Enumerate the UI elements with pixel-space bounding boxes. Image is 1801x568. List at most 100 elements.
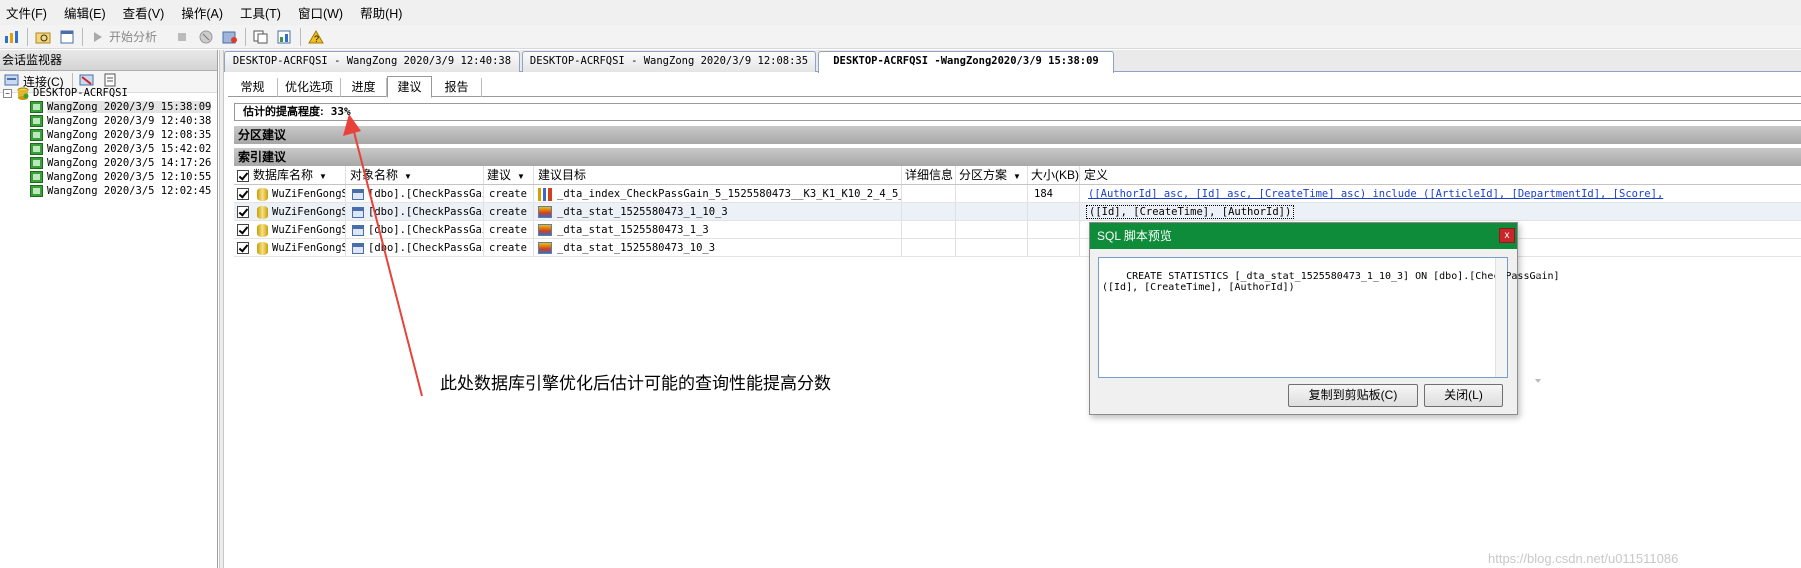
panel-title: 会话监视器 xyxy=(0,50,217,71)
index-recommendations-header[interactable]: 索引建议 xyxy=(234,148,1801,166)
help-icon[interactable]: ? xyxy=(307,28,325,46)
collapse-icon[interactable]: − xyxy=(3,88,12,98)
vertical-scrollbar[interactable] xyxy=(1495,258,1542,383)
filter-dropdown-icon[interactable]: ▼ xyxy=(404,168,412,184)
db-name: WuZiFenGongSi xyxy=(272,188,346,200)
table-row[interactable]: WuZiFenGongSi [dbo].[CheckPassGain] crea… xyxy=(234,185,1801,203)
tree-session[interactable]: WangZong 2020/3/9 12:40:38 xyxy=(0,114,215,128)
new-session-icon[interactable] xyxy=(58,28,76,46)
filter-dropdown-icon[interactable]: ▼ xyxy=(1013,168,1021,184)
col-size[interactable]: 大小(KB) xyxy=(1028,166,1080,184)
tree-session[interactable]: WangZong 2020/3/5 12:10:55 xyxy=(0,170,215,184)
col-definition[interactable]: 定义 xyxy=(1080,166,1801,184)
tree-root[interactable]: − DESKTOP-ACRFQSI xyxy=(0,86,215,100)
table-row[interactable]: WuZiFenGongSi [dbo].[CheckPassGain] crea… xyxy=(234,239,1801,257)
sql-preview-dialog: SQL 脚本预览 x CREATE STATISTICS [_dta_stat_… xyxy=(1089,222,1560,415)
copy-to-clipboard-button[interactable]: 复制到剪贴板(C) xyxy=(1288,384,1418,407)
row-checkbox[interactable] xyxy=(237,188,249,201)
tab-general[interactable]: 常规 xyxy=(228,78,278,97)
definition-link[interactable]: ([Id], [CreateTime], [AuthorId]) xyxy=(1080,203,1801,220)
menu-bar: 文件(F) 编辑(E) 查看(V) 操作(A) 工具(T) 窗口(W) 帮助(H… xyxy=(0,0,1801,25)
statistics-icon xyxy=(538,242,552,255)
index-recommendations-grid: 数据库名称 ▼ 对象名称 ▼ 建议 ▼ 建议目标 详细信息 分区方案 ▼ 大小(KB) … xyxy=(234,166,1801,257)
play-icon[interactable] xyxy=(89,28,107,46)
object-name: [dbo].[CheckPassGain] xyxy=(368,188,483,200)
improvement-value: 33% xyxy=(330,105,351,118)
filter-dropdown-icon[interactable]: ▼ xyxy=(517,168,525,184)
estimated-improvement: 估计的提高程度: 33% xyxy=(234,103,1801,121)
row-object: [dbo].[CheckPassGain] xyxy=(346,239,484,256)
tree-session[interactable]: WangZong 2020/3/5 15:42:02 xyxy=(0,142,215,156)
tab-recommendations[interactable]: 建议 xyxy=(387,76,432,98)
report-icon[interactable] xyxy=(276,28,294,46)
row-checkbox[interactable] xyxy=(237,206,249,219)
col-database[interactable]: 数据库名称 ▼ xyxy=(234,166,346,184)
col-partition[interactable]: 分区方案 ▼ xyxy=(956,166,1028,184)
session-label: WangZong 2020/3/5 15:42:02 xyxy=(47,143,212,155)
cancel-icon[interactable] xyxy=(197,28,215,46)
tab-session-1240[interactable]: DESKTOP-ACRFQSI - WangZong 2020/3/9 12:4… xyxy=(224,51,520,72)
table-icon xyxy=(352,242,364,254)
stop-icon[interactable] xyxy=(173,28,191,46)
tree-session[interactable]: WangZong 2020/3/9 15:38:09 xyxy=(0,100,215,114)
col-partition-label: 分区方案 xyxy=(959,168,1008,182)
definition-text: ([Id], [CreateTime], [AuthorId]) xyxy=(1086,205,1295,219)
table-row[interactable]: WuZiFenGongSi [dbo].[CheckPassGain] crea… xyxy=(234,221,1801,239)
col-action[interactable]: 建议 ▼ xyxy=(484,166,534,184)
menu-view[interactable]: 查看(V) xyxy=(123,3,165,22)
row-object: [dbo].[CheckPassGain] xyxy=(346,221,484,238)
row-checkbox[interactable] xyxy=(237,224,249,237)
toolbar-separator xyxy=(245,27,247,46)
tab-session-1208[interactable]: DESKTOP-ACRFQSI - WangZong 2020/3/9 12:0… xyxy=(522,51,816,72)
session-monitor-icon[interactable] xyxy=(3,28,21,46)
session-label: WangZong 2020/3/9 12:08:35 xyxy=(47,129,212,141)
save-recommendation-icon[interactable] xyxy=(221,28,239,46)
tree-session[interactable]: WangZong 2020/3/5 12:02:45 xyxy=(0,184,215,198)
sql-script-text: CREATE STATISTICS [_dta_stat_1525580473_… xyxy=(1102,271,1560,293)
tab-reports[interactable]: 报告 xyxy=(432,78,482,97)
sql-script-textarea[interactable]: CREATE STATISTICS [_dta_stat_1525580473_… xyxy=(1098,257,1560,383)
table-icon xyxy=(352,224,364,236)
menu-tools[interactable]: 工具(T) xyxy=(240,3,281,22)
close-button[interactable]: 关闭(L) xyxy=(1424,384,1503,407)
session-tree: − DESKTOP-ACRFQSI WangZong 2020/3/9 15:3… xyxy=(0,86,215,198)
menu-window[interactable]: 窗口(W) xyxy=(298,3,343,22)
col-target[interactable]: 建议目标 xyxy=(534,166,902,184)
row-details xyxy=(902,239,956,256)
start-analysis-button[interactable]: 开始分析 xyxy=(109,28,157,45)
col-details[interactable]: 详细信息 xyxy=(902,166,956,184)
panel-splitter[interactable] xyxy=(219,50,224,568)
filter-dropdown-icon[interactable]: ▼ xyxy=(319,168,327,184)
copy-icon[interactable] xyxy=(252,28,270,46)
table-row[interactable]: WuZiFenGongSi [dbo].[CheckPassGain] crea… xyxy=(234,203,1801,221)
close-icon[interactable]: x xyxy=(1499,228,1515,243)
row-partition xyxy=(956,221,1028,238)
session-monitor-panel: 会话监视器 连接(C) − DESKTOP-ACRFQSI WangZong 2… xyxy=(0,50,218,568)
tab-session-1538[interactable]: DESKTOP-ACRFQSI -WangZong2020/3/9 15:38:… xyxy=(818,51,1114,73)
db-name: WuZiFenGongSi xyxy=(272,242,346,254)
select-all-checkbox[interactable] xyxy=(237,169,249,182)
tab-progress[interactable]: 进度 xyxy=(341,78,387,97)
row-action: create xyxy=(484,203,534,220)
tree-session[interactable]: WangZong 2020/3/5 14:17:26 xyxy=(0,156,215,170)
tree-session[interactable]: WangZong 2020/3/9 12:08:35 xyxy=(0,128,215,142)
inner-tabs: 常规 优化选项 进度 建议 报告 xyxy=(228,76,1801,98)
row-details xyxy=(902,221,956,238)
col-object[interactable]: 对象名称 ▼ xyxy=(346,166,484,184)
row-checkbox[interactable] xyxy=(237,242,249,255)
partition-recommendations-header[interactable]: 分区建议 xyxy=(234,126,1801,144)
definition-link[interactable]: ([AuthorId] asc, [Id] asc, [CreateTime] … xyxy=(1080,185,1801,202)
row-database: WuZiFenGongSi xyxy=(234,221,346,238)
menu-edit[interactable]: 编辑(E) xyxy=(64,3,106,22)
session-icon xyxy=(30,171,43,183)
menu-actions[interactable]: 操作(A) xyxy=(181,3,223,22)
open-session-icon[interactable] xyxy=(34,28,52,46)
target-name: _dta_index_CheckPassGain_5_1525580473__K… xyxy=(557,188,901,200)
object-name: [dbo].[CheckPassGain] xyxy=(368,242,483,254)
session-icon xyxy=(30,101,43,113)
scroll-arrows-icon xyxy=(1535,273,1542,383)
tab-tuning-options[interactable]: 优化选项 xyxy=(278,78,341,97)
menu-help[interactable]: 帮助(H) xyxy=(360,3,402,22)
row-action: create xyxy=(484,221,534,238)
menu-file[interactable]: 文件(F) xyxy=(6,3,47,22)
